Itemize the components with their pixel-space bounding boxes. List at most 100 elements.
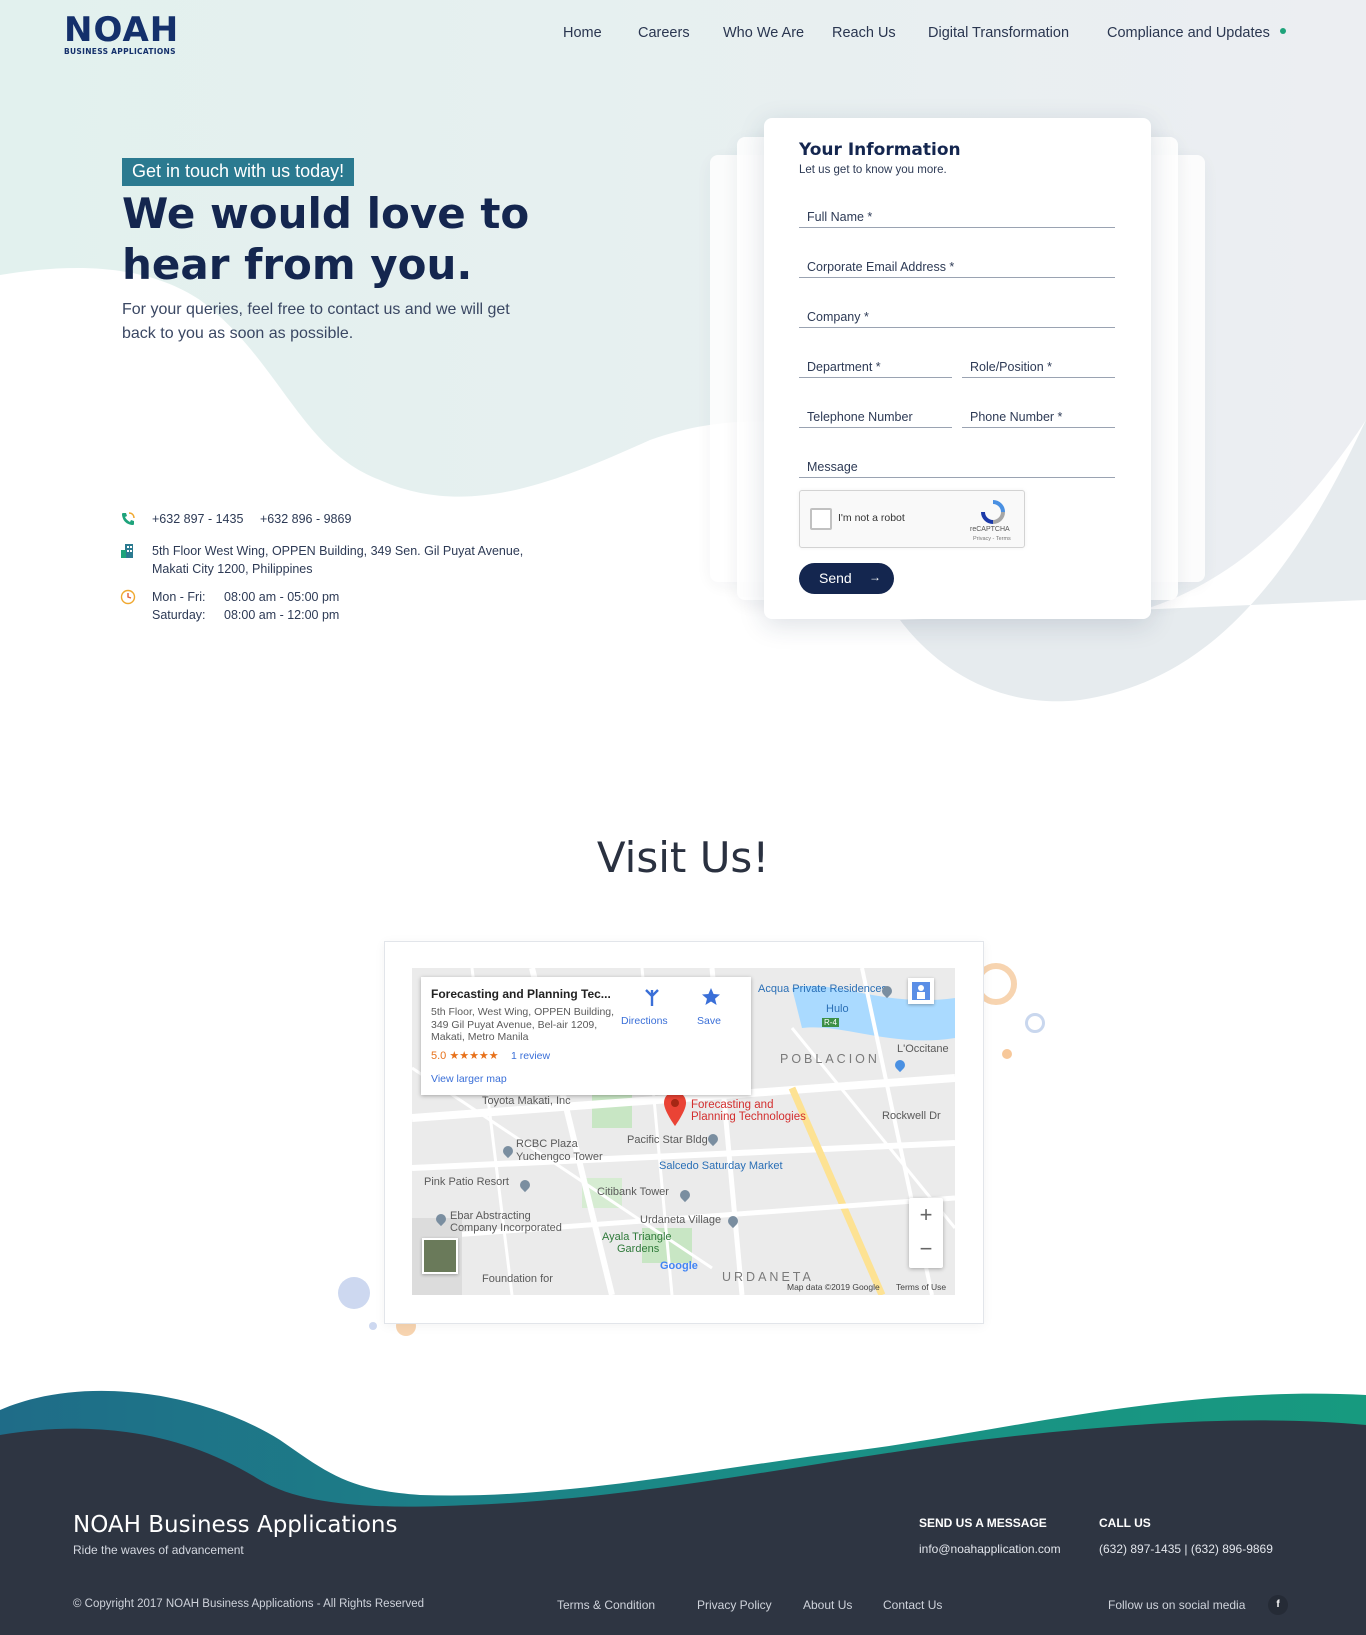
decor-dot-blue-small: [369, 1322, 377, 1330]
decor-ring-blue: [1025, 1013, 1045, 1033]
marker-label-1: Forecasting and: [691, 1099, 774, 1111]
google-logo: Google: [660, 1260, 698, 1272]
zoom-out-button[interactable]: −: [909, 1236, 943, 1262]
send-button[interactable]: Send →: [799, 563, 894, 594]
nav-digital-transformation[interactable]: Digital Transformation: [928, 25, 1069, 41]
contact-address-row: 5th Floor West Wing, OPPEN Building, 349…: [120, 542, 540, 580]
nav-who-we-are[interactable]: Who We Are: [723, 25, 804, 41]
email-label: Corporate Email Address *: [807, 260, 955, 274]
google-map[interactable]: Acqua Private Residences Hulo R-4 POBLAC…: [412, 968, 955, 1295]
phone-label: Phone Number *: [970, 410, 1063, 424]
department-field[interactable]: Department *: [799, 356, 952, 378]
map-label-toyota: Toyota Makati, Inc: [482, 1095, 571, 1107]
marker-label-2: Planning Technologies: [691, 1111, 806, 1123]
site-header: NOAH BUSINESS APPLICATIONS Home Careers …: [0, 0, 1366, 70]
footer-link-about[interactable]: About Us: [803, 1598, 852, 1612]
hours-time-1: 08:00 am - 05:00 pm: [224, 590, 340, 604]
popup-title: Forecasting and Planning Tec...: [431, 987, 611, 1001]
map-label-acqua: Acqua Private Residences: [758, 983, 888, 995]
phone-number-1[interactable]: +632 897 - 1435: [152, 510, 243, 528]
company-label: Company *: [807, 310, 869, 324]
facebook-icon[interactable]: f: [1268, 1595, 1288, 1615]
map-terms-link[interactable]: Terms of Use: [896, 1282, 946, 1292]
footer-copyright: © Copyright 2017 NOAH Business Applicati…: [73, 1598, 425, 1610]
footer-social-text: Follow us on social media: [1108, 1598, 1246, 1612]
map-label-urdaneta-village: Urdaneta Village: [640, 1214, 722, 1226]
popup-rating: 5.0 ★★★★★: [431, 1050, 499, 1062]
contact-phone-row: +632 897 - 1435 +632 896 - 9869: [120, 510, 520, 530]
directions-icon[interactable]: [643, 988, 661, 1008]
form-subtitle: Let us get to know you more.: [799, 164, 947, 176]
footer-call-numbers[interactable]: (632) 897-1435 | (632) 896-9869: [1099, 1542, 1273, 1556]
person-icon: [912, 982, 930, 1000]
location-pin-icon[interactable]: [664, 1092, 686, 1126]
map-label-pacific: Pacific Star Bldg: [627, 1134, 708, 1146]
map-label-rcbc-2: Yuchengco Tower: [516, 1151, 603, 1163]
role-field[interactable]: Role/Position *: [962, 356, 1115, 378]
phone-number-2[interactable]: +632 896 - 9869: [260, 510, 351, 528]
message-field[interactable]: Message: [799, 456, 1115, 478]
contact-form-card: Your Information Let us get to know you …: [764, 118, 1151, 619]
map-label-poblacion: POBLACION: [780, 1052, 880, 1066]
map-label-ebar-1: Ebar Abstracting: [450, 1210, 531, 1222]
telephone-label: Telephone Number: [807, 410, 913, 424]
footer-message-heading: SEND US A MESSAGE: [919, 1516, 1047, 1530]
nav-reach-us[interactable]: Reach Us: [832, 25, 896, 41]
hours-days-2: Saturday:: [152, 608, 206, 622]
clock-icon: [120, 589, 136, 605]
email-field[interactable]: Corporate Email Address *: [799, 256, 1115, 278]
full-name-label: Full Name *: [807, 210, 873, 224]
arrow-right-icon: →: [869, 570, 881, 584]
footer-email-link[interactable]: info@noahapplication.com: [919, 1542, 1061, 1556]
save-button[interactable]: Save: [697, 1015, 721, 1027]
view-larger-map-link[interactable]: View larger map: [431, 1073, 507, 1085]
map-label-pinkpatio: Pink Patio Resort: [424, 1176, 509, 1188]
decor-dot-blue-large: [338, 1277, 370, 1309]
directions-button[interactable]: Directions: [621, 1015, 668, 1027]
map-label-ayala-2: Gardens: [617, 1243, 660, 1255]
star-icon[interactable]: [701, 987, 721, 1007]
full-name-field[interactable]: Full Name *: [799, 206, 1115, 228]
footer-link-terms[interactable]: Terms & Condition: [557, 1598, 655, 1612]
visit-title: Visit Us!: [596, 833, 770, 882]
company-field[interactable]: Company *: [799, 306, 1115, 328]
building-icon: [121, 544, 133, 558]
map-label-loccitane: L'Occitane: [897, 1043, 949, 1055]
new-indicator-icon: [1280, 28, 1286, 34]
telephone-field[interactable]: Telephone Number: [799, 406, 952, 428]
department-label: Department *: [807, 360, 881, 374]
main-nav: Home Careers Who We Are Reach Us Digital…: [0, 25, 1366, 47]
satellite-toggle[interactable]: [422, 1238, 458, 1274]
hero-badge: Get in touch with us today!: [122, 158, 355, 186]
nav-careers[interactable]: Careers: [638, 25, 690, 41]
map-label-rockwell: Rockwell Dr: [882, 1110, 941, 1122]
recaptcha-checkbox[interactable]: [810, 508, 832, 530]
map-label-salcedo: Salcedo Saturday Market: [659, 1160, 783, 1172]
nav-compliance-and-updates[interactable]: Compliance and Updates: [1107, 25, 1270, 41]
nav-home[interactable]: Home: [563, 25, 602, 41]
map-label-rcbc-1: RCBC Plaza: [516, 1138, 578, 1150]
hero-subtitle: For your queries, feel free to contact u…: [122, 301, 510, 342]
contact-hours-row: Mon - Fri: 08:00 am - 05:00 pm Saturday:…: [120, 588, 540, 626]
footer-link-contact[interactable]: Contact Us: [883, 1598, 942, 1612]
place-info-popup: Forecasting and Planning Tec... 5th Floo…: [421, 977, 751, 1095]
map-frame: Acqua Private Residences Hulo R-4 POBLAC…: [384, 941, 984, 1324]
form-title: Your Information: [799, 140, 961, 160]
recaptcha-label: I'm not a robot: [838, 512, 905, 524]
address-line-2: Makati City 1200, Philippines: [152, 562, 313, 576]
map-label-ebar-2: Company Incorporated: [450, 1222, 562, 1234]
phone-icon: [122, 512, 135, 525]
recaptcha-widget: I'm not a robot reCAPTCHA Privacy - Term…: [799, 490, 1025, 548]
hours-days-1: Mon - Fri:: [152, 590, 206, 604]
footer-tagline: Ride the waves of advancement: [73, 1543, 244, 1557]
recaptcha-terms[interactable]: Privacy - Terms: [973, 536, 1011, 542]
hours-time-2: 08:00 am - 12:00 pm: [224, 608, 340, 622]
pegman-button[interactable]: [908, 978, 934, 1004]
footer-link-privacy[interactable]: Privacy Policy: [697, 1598, 772, 1612]
phone-field[interactable]: Phone Number *: [962, 406, 1115, 428]
hero-title: We would love to hear from you.: [122, 189, 530, 289]
popup-review-link[interactable]: 1 review: [511, 1050, 550, 1062]
footer-wave: [0, 1390, 1366, 1635]
send-label: Send: [819, 570, 852, 586]
zoom-in-button[interactable]: +: [909, 1202, 943, 1228]
